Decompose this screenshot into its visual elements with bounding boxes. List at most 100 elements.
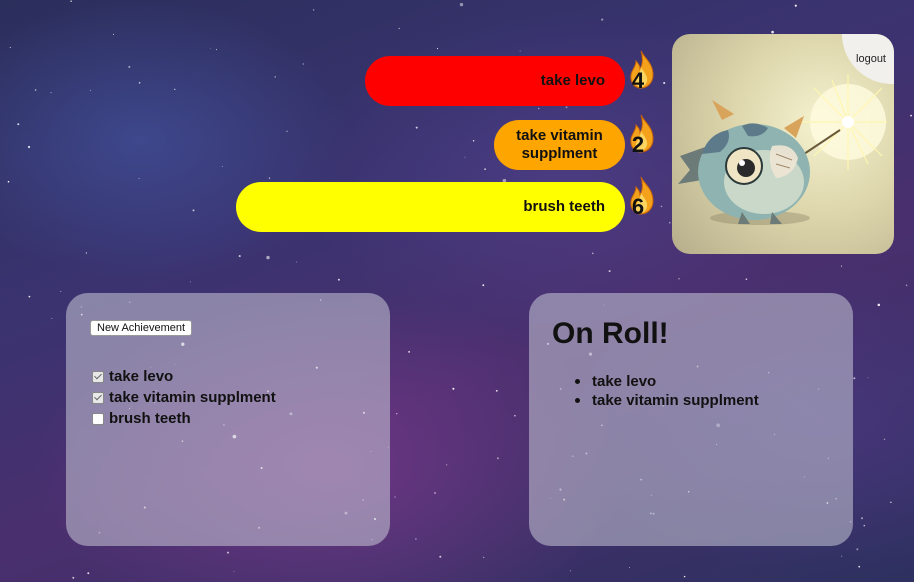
bullet-icon: [575, 379, 580, 384]
streak-count: 2: [631, 132, 645, 157]
star: [668, 221, 671, 224]
star: [394, 496, 396, 498]
star: [452, 387, 455, 390]
achievement-item: brush teeth: [92, 408, 276, 429]
star: [302, 63, 304, 65]
star: [337, 278, 340, 281]
star: [660, 205, 663, 208]
star: [794, 4, 797, 7]
star: [446, 464, 448, 466]
star: [601, 18, 604, 21]
star: [415, 126, 418, 129]
star: [396, 412, 398, 415]
achievement-checkbox[interactable]: [92, 412, 104, 425]
star: [877, 303, 881, 307]
streak-count: 4: [631, 68, 645, 93]
star: [905, 284, 908, 287]
star: [608, 270, 611, 273]
star: [70, 0, 72, 2]
achievements-panel: New Achievement take levo take vitamin s…: [66, 293, 390, 546]
star: [495, 389, 498, 392]
bullet-icon: [575, 398, 580, 403]
star: [853, 377, 856, 380]
on-roll-item-label: take vitamin supplment: [592, 392, 759, 409]
star: [296, 261, 298, 263]
star: [268, 177, 271, 179]
star: [629, 567, 630, 568]
star: [883, 438, 886, 441]
star: [678, 277, 680, 280]
star: [472, 140, 475, 142]
star: [569, 570, 572, 572]
star: [459, 2, 464, 7]
achievement-checkbox[interactable]: [92, 391, 104, 404]
star: [89, 90, 91, 92]
star: [286, 130, 288, 133]
achievement-label: take vitamin supplment: [109, 389, 276, 406]
star: [484, 168, 486, 170]
star: [72, 576, 75, 579]
star: [436, 48, 439, 50]
star: [7, 180, 10, 183]
star: [464, 156, 466, 158]
star: [51, 318, 53, 319]
star: [538, 107, 540, 110]
star: [514, 414, 516, 417]
profile-avatar: logout: [672, 34, 894, 254]
star: [87, 572, 90, 575]
habit-label: brush teeth: [523, 198, 605, 215]
star: [192, 209, 195, 212]
star: [189, 281, 191, 283]
star: [238, 255, 241, 258]
star: [890, 501, 892, 504]
on-roll-item: take vitamin supplment: [574, 391, 759, 410]
star: [85, 252, 87, 254]
star: [867, 377, 869, 379]
star: [266, 255, 270, 260]
star: [274, 76, 277, 78]
on-roll-item: take levo: [574, 372, 759, 391]
star: [415, 538, 417, 540]
star: [496, 457, 499, 460]
achievement-label: take levo: [109, 368, 174, 385]
star: [17, 123, 20, 126]
star: [863, 524, 866, 527]
star: [221, 166, 223, 168]
star: [434, 492, 436, 494]
star: [128, 65, 131, 68]
habit-bar-take-vitamin-supplment[interactable]: take vitamin supplment: [494, 120, 625, 170]
achievement-label: brush teeth: [109, 410, 191, 427]
habit-bar-brush-teeth[interactable]: brush teeth: [236, 182, 625, 232]
on-roll-list: take levo take vitamin supplment: [574, 372, 759, 410]
star: [591, 252, 594, 255]
habit-bar-take-levo[interactable]: take levo: [365, 56, 625, 106]
star: [50, 92, 52, 94]
star: [482, 556, 485, 559]
star: [519, 50, 521, 52]
achievement-item: take vitamin supplment: [92, 387, 276, 408]
on-roll-panel: On Roll! take levo take vitamin supplmen…: [529, 293, 853, 546]
achievement-checkbox[interactable]: [92, 370, 104, 383]
star: [312, 9, 315, 11]
star: [9, 46, 11, 48]
star: [745, 278, 748, 281]
star: [683, 575, 686, 578]
star: [858, 565, 861, 568]
habit-label: take vitamin supplment: [516, 127, 603, 162]
streak-count: 6: [631, 194, 645, 219]
star: [856, 548, 859, 551]
star: [60, 290, 62, 292]
star: [910, 114, 912, 117]
new-achievement-button[interactable]: New Achievement: [90, 320, 193, 336]
on-roll-title: On Roll!: [552, 317, 669, 350]
star: [482, 284, 485, 287]
star: [771, 30, 774, 34]
star: [209, 47, 211, 49]
star: [138, 178, 140, 180]
star: [34, 89, 37, 91]
habit-label: take levo: [540, 72, 605, 89]
star: [27, 145, 31, 149]
star: [112, 33, 115, 36]
star: [565, 106, 568, 109]
star: [840, 265, 843, 267]
